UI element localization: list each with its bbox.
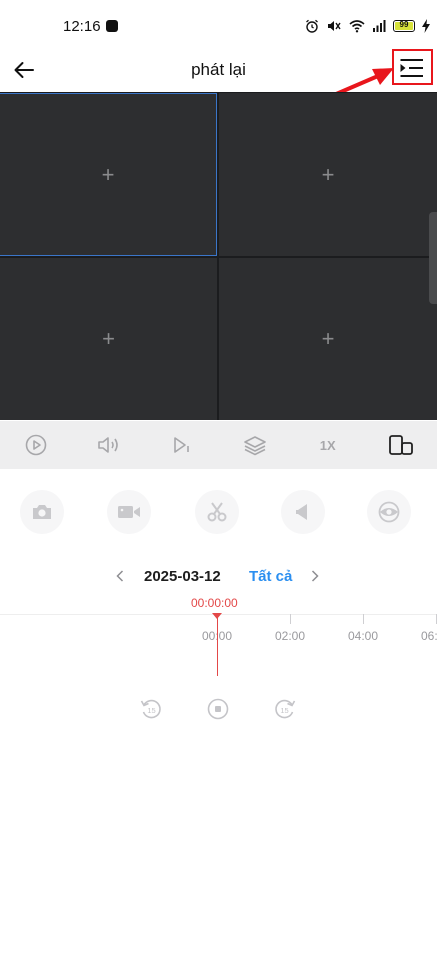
wifi-icon	[349, 20, 365, 33]
layers-button[interactable]	[218, 421, 291, 469]
header: phát lại	[0, 48, 437, 92]
rewind-label: 15	[147, 706, 155, 715]
play-icon	[26, 434, 47, 456]
split-screen-button[interactable]	[364, 421, 437, 469]
stop-icon	[207, 698, 229, 720]
volume-button[interactable]	[73, 421, 146, 469]
chevron-left-icon	[116, 570, 124, 582]
video-cell-3[interactable]: +	[0, 258, 217, 420]
speed-button[interactable]: 1X	[291, 421, 364, 469]
fisheye-icon	[378, 501, 400, 523]
timeline-label: 02:00	[275, 629, 306, 643]
volume-icon	[98, 437, 119, 453]
charging-icon	[422, 19, 430, 33]
add-channel-icon: +	[101, 161, 115, 187]
date-label[interactable]: 2025-03-12	[144, 568, 221, 585]
forward-15-icon: 15	[275, 699, 296, 719]
control-bar: 1X	[0, 421, 437, 469]
video-cell-4[interactable]: +	[219, 258, 437, 420]
action-row	[0, 490, 437, 536]
status-time: 12:16	[63, 18, 101, 35]
menu-list-button[interactable]	[391, 50, 433, 86]
timeline-tick	[363, 614, 364, 624]
add-channel-icon: +	[321, 161, 335, 187]
chevron-right-icon	[311, 570, 319, 582]
timeline-cursor	[217, 615, 218, 676]
next-frame-icon	[174, 437, 189, 453]
video-cell-1[interactable]: +	[0, 93, 217, 256]
scroll-handle[interactable]	[429, 212, 437, 304]
audio-button[interactable]	[281, 490, 325, 534]
status-icons: 99	[305, 17, 430, 35]
date-row: 2025-03-12 Tất cả	[0, 564, 437, 590]
cut-icon	[207, 502, 227, 522]
fisheye-button[interactable]	[367, 490, 411, 534]
video-grid: + + + +	[0, 92, 437, 420]
all-filter-button[interactable]: Tất cả	[249, 568, 292, 585]
timeline[interactable]: 00:00:00 00:00 02:00 04:00 06:00	[0, 594, 437, 678]
menu-list-icon	[400, 59, 423, 77]
timeline-label: 04:00	[348, 629, 379, 643]
add-channel-icon: +	[102, 326, 115, 351]
camera-icon	[33, 505, 51, 519]
battery-level: 99	[399, 20, 409, 29]
battery-icon: 99	[393, 20, 415, 32]
video-cell-2[interactable]: +	[219, 93, 437, 256]
status-bar: 12:16 99	[0, 0, 437, 48]
playback-row: 15 15	[0, 695, 437, 723]
clip-button[interactable]	[195, 490, 239, 534]
rewind-15-icon: 15	[140, 699, 161, 719]
signal-icon	[373, 20, 386, 32]
audio-icon	[296, 504, 307, 520]
timeline-tick	[290, 614, 291, 624]
screen-record-icon	[106, 20, 118, 32]
timeline-label: 06:00	[421, 629, 437, 643]
rewind-15-button[interactable]: 15	[137, 695, 165, 723]
snapshot-button[interactable]	[20, 490, 64, 534]
current-time: 00:00:00	[191, 596, 238, 610]
split-screen-icon	[388, 435, 413, 455]
page-title: phát lại	[191, 60, 246, 79]
next-date-button[interactable]	[307, 566, 323, 586]
add-channel-icon: +	[321, 326, 335, 351]
play-button[interactable]	[0, 421, 73, 469]
prev-date-button[interactable]	[112, 566, 128, 586]
video-record-icon	[118, 506, 140, 518]
mute-icon	[328, 21, 341, 31]
forward-label: 15	[280, 706, 288, 715]
record-button[interactable]	[107, 490, 151, 534]
next-frame-button[interactable]	[146, 421, 219, 469]
forward-15-button[interactable]: 15	[271, 695, 299, 723]
stop-button[interactable]	[204, 695, 232, 723]
speed-label: 1X	[319, 437, 336, 453]
layers-icon	[244, 436, 266, 456]
alarm-icon	[306, 19, 318, 33]
